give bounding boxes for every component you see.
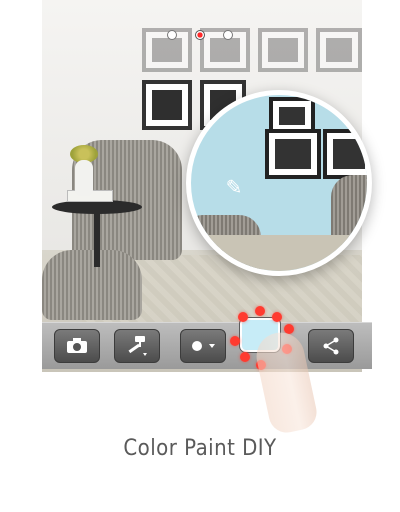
vase (75, 160, 93, 196)
share-button[interactable] (308, 329, 354, 363)
page-dot[interactable] (223, 30, 233, 40)
armchair (42, 250, 142, 320)
app-caption: Color Paint DIY (123, 436, 277, 461)
toolbar (42, 322, 372, 369)
highlight-dot (240, 352, 250, 362)
side-table-leg (94, 212, 100, 267)
highlight-dot (238, 312, 248, 322)
paint-roller-button[interactable] (114, 329, 160, 363)
magnifier-preview: ✎ (186, 90, 372, 276)
page-dot-active[interactable] (195, 30, 205, 40)
highlight-dot (272, 312, 282, 322)
wall-photo (265, 129, 321, 179)
camera-button[interactable] (54, 329, 100, 363)
highlight-dot (230, 336, 240, 346)
paint-roller-icon: ✎ (225, 177, 243, 199)
wall-photo (142, 80, 192, 130)
room-floor (191, 235, 367, 271)
brush-size-button[interactable] (180, 329, 226, 363)
page-indicator (0, 30, 400, 40)
camera-icon (67, 338, 87, 353)
wall-photo (323, 129, 367, 179)
page-dot[interactable] (167, 30, 177, 40)
share-icon (323, 337, 339, 355)
brush-size-icon (192, 341, 215, 351)
paint-roller-icon (128, 336, 147, 356)
highlight-dot (255, 306, 265, 316)
